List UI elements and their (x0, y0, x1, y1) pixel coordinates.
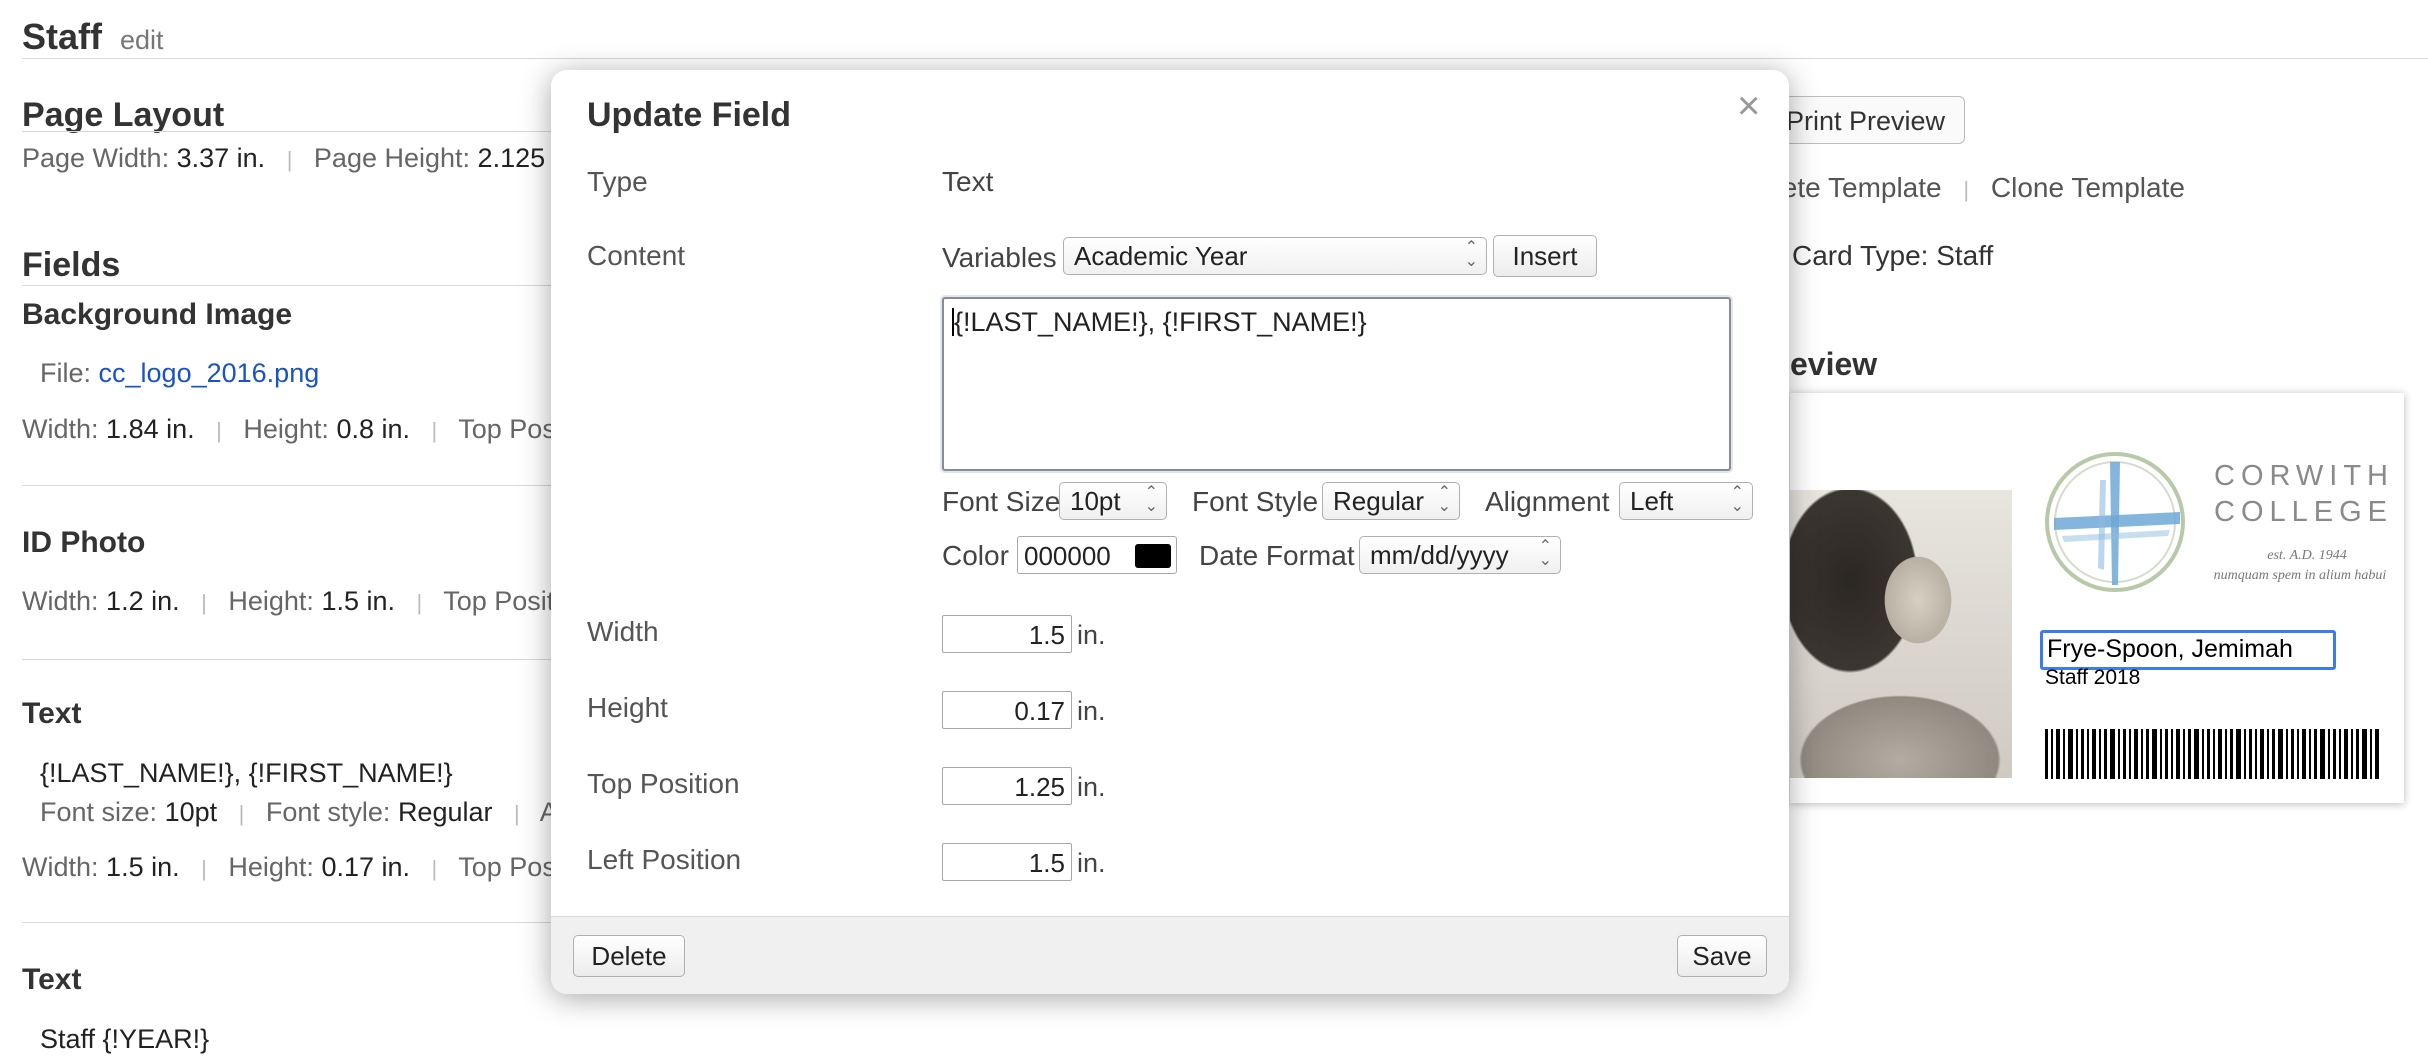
chevron-updown-icon: ⌃ ⌄ (1464, 239, 1478, 270)
id-photo-heading[interactable]: ID Photo (22, 526, 145, 560)
left-position-input[interactable]: 1.5 (942, 843, 1072, 881)
barcode (2045, 729, 2379, 779)
background-file-link[interactable]: cc_logo_2016.png (99, 358, 320, 388)
variables-select[interactable]: Academic Year ⌃ ⌄ (1063, 237, 1487, 275)
delete-button[interactable]: Delete (573, 935, 685, 977)
font-size-label: Font Size (942, 486, 1061, 517)
page-layout-divider (22, 131, 562, 132)
save-button[interactable]: Save (1677, 935, 1767, 977)
content-label: Content (587, 240, 686, 271)
color-swatch[interactable] (1135, 544, 1171, 568)
college-name-line2: COLLEGE (2214, 496, 2393, 528)
width-label: Width (587, 616, 659, 647)
id-photo (1790, 490, 2012, 778)
close-icon[interactable]: × (1737, 84, 1760, 129)
content-textarea[interactable]: {!LAST_NAME!}, {!FIRST_NAME!} (942, 297, 1731, 471)
type-value: Text (942, 166, 994, 197)
chevron-updown-icon: ⌃ ⌄ (1730, 484, 1744, 515)
background-image-heading[interactable]: Background Image (22, 298, 292, 332)
college-logo-icon (2045, 452, 2185, 592)
edit-link[interactable]: edit (120, 25, 164, 55)
update-field-dialog: Update Field × Type Text Content Variabl… (551, 70, 1789, 994)
text-field-dimensions: Width: 1.5 in. | Height: 0.17 in. | Top … (22, 852, 562, 882)
fields-heading: Fields (22, 246, 121, 284)
text-field-2-heading[interactable]: Text (22, 963, 81, 997)
title-divider (22, 58, 2428, 59)
card-subtitle: Staff 2018 (2045, 666, 2141, 689)
text-field-divider (22, 922, 562, 923)
top-position-input[interactable]: 1.25 (942, 767, 1072, 805)
template-actions: elete Template | Clone Template (1760, 172, 2185, 203)
text-field-font-info: Font size: 10pt | Font style: Regular | … (40, 797, 558, 827)
top-position-unit: in. (1077, 772, 1106, 802)
college-motto: numquam spem in alium habui (2213, 568, 2387, 583)
chevron-updown-icon: ⌃ ⌄ (1144, 484, 1158, 515)
alignment-select[interactable]: Left ⌃ ⌄ (1619, 482, 1753, 520)
id-photo-divider (22, 659, 562, 660)
preview-heading: eview (1790, 346, 1878, 382)
chevron-updown-icon: ⌃ ⌄ (1437, 484, 1451, 515)
left-position-unit: in. (1077, 848, 1106, 878)
college-established: est. A.D. 1944 (2267, 548, 2347, 563)
chevron-updown-icon: ⌃ ⌄ (1538, 538, 1552, 569)
font-style-select[interactable]: Regular ⌃ ⌄ (1322, 482, 1460, 520)
insert-button[interactable]: Insert (1493, 235, 1597, 277)
type-label: Type (587, 166, 648, 197)
height-unit: in. (1077, 696, 1106, 726)
dialog-footer: Delete Save (551, 916, 1789, 994)
font-style-label: Font Style (1192, 486, 1319, 517)
width-unit: in. (1077, 620, 1106, 650)
card-name-field[interactable]: Frye-Spoon, Jemimah (2040, 630, 2336, 670)
college-name-line1: CORWITH (2214, 460, 2395, 492)
date-format-label: Date Format (1199, 540, 1355, 571)
text-field-2-content: Staff {!YEAR!} (40, 1024, 210, 1054)
date-format-select[interactable]: mm/dd/yyyy ⌃ ⌄ (1359, 536, 1561, 574)
clone-template-link[interactable]: Clone Template (1991, 172, 2185, 203)
dialog-title: Update Field (587, 96, 792, 134)
left-position-label: Left Position (587, 844, 742, 875)
card-type: Card Type: Staff (1792, 240, 1994, 271)
color-label: Color (942, 540, 1009, 571)
background-divider (22, 485, 562, 486)
page-title: Staff edit (22, 16, 164, 58)
top-position-label: Top Position (587, 768, 740, 799)
background-file: File: cc_logo_2016.png (40, 358, 320, 388)
alignment-label: Alignment (1485, 486, 1610, 517)
id-photo-dimensions: Width: 1.2 in. | Height: 1.5 in. | Top P… (22, 586, 561, 616)
background-dimensions: Width: 1.84 in. | Height: 0.8 in. | Top … (22, 414, 562, 444)
width-input[interactable]: 1.5 (942, 615, 1072, 653)
page-layout-dimensions: Page Width: 3.37 in. | Page Height: 2.12… (22, 143, 559, 173)
height-label: Height (587, 692, 668, 723)
variables-label: Variables (942, 242, 1057, 273)
text-field-heading[interactable]: Text (22, 697, 81, 731)
page-title-text: Staff (22, 16, 102, 57)
height-input[interactable]: 0.17 (942, 691, 1072, 729)
font-size-select[interactable]: 10pt ⌃ ⌄ (1059, 482, 1167, 520)
fields-divider (22, 285, 562, 286)
text-field-content: {!LAST_NAME!}, {!FIRST_NAME!} (40, 758, 453, 788)
page-layout-heading: Page Layout (22, 96, 225, 134)
